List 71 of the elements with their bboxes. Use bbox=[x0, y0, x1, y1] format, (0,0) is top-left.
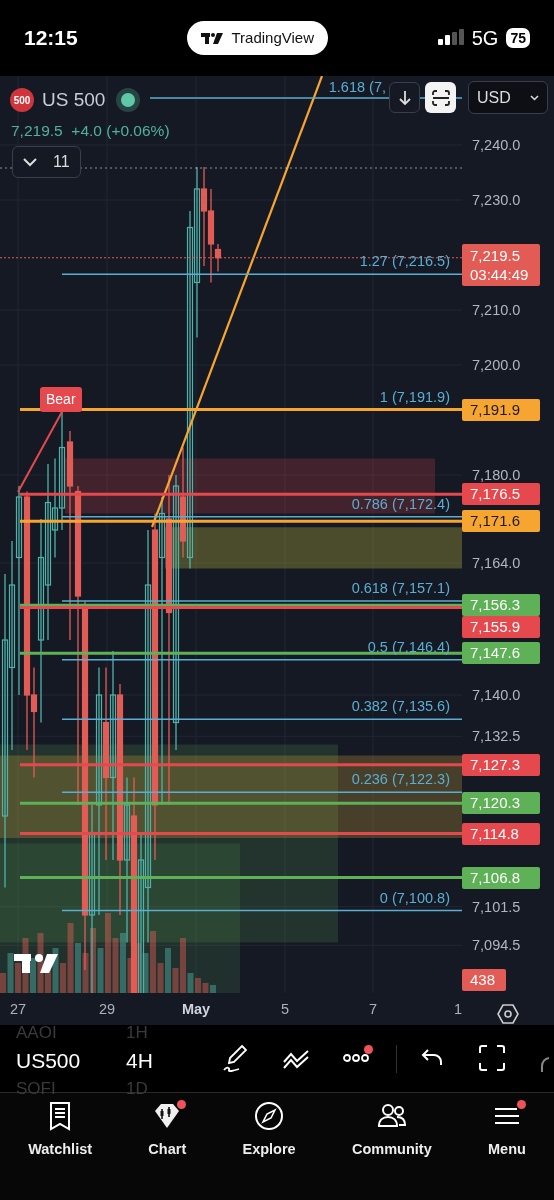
price-change: 7,219.5 +4.0 (+0.06%) bbox=[11, 121, 170, 141]
pattern-label: Bear bbox=[40, 387, 82, 412]
time-axis-label: May bbox=[181, 1000, 211, 1019]
symbol-picker-item[interactable]: US500 bbox=[16, 1045, 81, 1077]
pen-icon bbox=[222, 1044, 250, 1072]
price-tag: 7,155.9 bbox=[462, 616, 540, 639]
fib-level-label: 0.5 (7,146.4) bbox=[367, 637, 450, 656]
collapse-indicators-button[interactable]: 11 bbox=[12, 146, 81, 178]
price-tag: 7,171.6 bbox=[462, 510, 540, 533]
price-label: 7,219.5 bbox=[470, 245, 522, 265]
fib-level-label: 0.618 (7,157.1) bbox=[351, 578, 450, 597]
price-axis-label: 7,101.5 bbox=[472, 897, 521, 916]
battery-indicator: 75 bbox=[506, 28, 530, 48]
price-tag: 7,191.9 bbox=[462, 398, 540, 421]
fullscreen-icon bbox=[478, 1044, 506, 1072]
price-axis-label: 7,132.5 bbox=[472, 727, 521, 746]
price-axis-label: 7,240.0 bbox=[472, 136, 521, 154]
network-label: 5G bbox=[471, 26, 499, 51]
price-tag: 7,114.8 bbox=[462, 822, 540, 845]
price-tag: 7,156.3 bbox=[462, 594, 540, 617]
market-status-dot bbox=[121, 93, 136, 108]
more-icon bbox=[342, 1054, 370, 1062]
tool-button[interactable] bbox=[342, 1054, 370, 1062]
scroll-down-button[interactable] bbox=[389, 82, 420, 113]
symbol-name: US 500 bbox=[42, 88, 106, 112]
price-axis-label: 7,094.5 bbox=[472, 936, 521, 955]
logo-icon bbox=[201, 31, 224, 45]
price-tag: 7,147.6 bbox=[462, 642, 540, 665]
price-axis-label: 7,164.0 bbox=[472, 554, 521, 572]
logo-icon bbox=[14, 951, 58, 974]
volume-tag: 438 bbox=[462, 969, 506, 991]
time-axis-label: 29 bbox=[98, 1000, 116, 1019]
price-axis-label: 7,210.0 bbox=[472, 301, 521, 319]
settings-icon bbox=[497, 1003, 519, 1024]
time-axis-label: 1 bbox=[453, 1000, 463, 1019]
price-axis-label: 7,200.0 bbox=[472, 356, 521, 374]
fib-level-label: 1.27 (7,216.5) bbox=[359, 252, 450, 271]
currency-select[interactable]: USD bbox=[468, 81, 548, 114]
price-tag: 7,127.3 bbox=[462, 753, 540, 776]
interval-picker-item[interactable]: 4H bbox=[126, 1045, 153, 1077]
nav-tab[interactable]: Explore bbox=[214, 1093, 324, 1200]
nav-tab[interactable]: Community bbox=[323, 1093, 460, 1200]
price-axis-label: 7,140.0 bbox=[472, 686, 521, 704]
nav-tab[interactable]: Menu bbox=[459, 1093, 554, 1200]
fib-level-label: 0.382 (7,135.6) bbox=[351, 697, 450, 716]
chevron-icon bbox=[530, 94, 539, 101]
price-axis-label: 7,180.0 bbox=[472, 466, 521, 484]
app-pill[interactable]: TradingView bbox=[187, 20, 328, 56]
fib-level-label: 0 (7,100.8) bbox=[379, 888, 450, 907]
signal-icon bbox=[437, 29, 464, 47]
clock: 12:15 bbox=[24, 25, 78, 52]
time-axis-label: 7 bbox=[368, 1000, 378, 1019]
time-axis-label: 5 bbox=[280, 1000, 290, 1019]
price-axis-label: 7,230.0 bbox=[472, 191, 521, 209]
tool-button[interactable] bbox=[478, 1044, 506, 1072]
compass-icon bbox=[254, 1101, 285, 1131]
price-tag: 7,120.3 bbox=[462, 792, 540, 815]
chevron-icon bbox=[23, 157, 37, 167]
countdown-label: 03:44:49 bbox=[470, 264, 530, 284]
symbol-badge: 500 bbox=[10, 88, 34, 113]
arrow-down-icon bbox=[398, 89, 411, 106]
price-tag: 7,176.5 bbox=[462, 483, 540, 506]
fib-level-label: 0.236 (7,122.3) bbox=[351, 770, 450, 789]
fib-level-label: 1.618 (7, bbox=[328, 78, 386, 96]
tool-button[interactable] bbox=[222, 1044, 250, 1072]
price-tag: 7,106.8 bbox=[462, 866, 540, 889]
fib-level-label: 1 (7,191.9) bbox=[379, 387, 450, 406]
fib-level-label: 0.786 (7,172.4) bbox=[351, 494, 450, 513]
snapshot-button[interactable] bbox=[425, 82, 456, 113]
time-axis-label: 27 bbox=[9, 1000, 27, 1019]
snapshot-icon bbox=[431, 89, 450, 106]
